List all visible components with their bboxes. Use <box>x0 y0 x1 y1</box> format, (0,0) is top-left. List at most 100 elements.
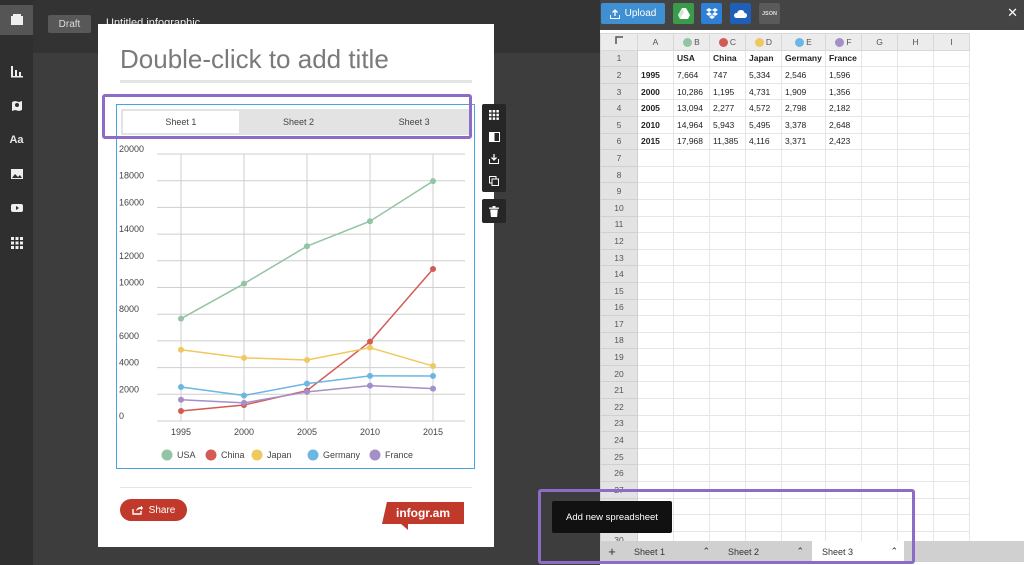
cell[interactable] <box>637 298 674 317</box>
chart-icon[interactable] <box>0 56 33 86</box>
row-header[interactable]: 19 <box>600 348 638 366</box>
cell[interactable] <box>861 149 898 167</box>
cell[interactable] <box>897 99 934 117</box>
cell[interactable] <box>897 198 934 217</box>
page-title[interactable]: Double-click to add title <box>120 44 389 75</box>
cell[interactable] <box>673 414 710 433</box>
cell[interactable] <box>861 414 898 433</box>
cell[interactable] <box>825 464 862 483</box>
cell[interactable] <box>861 232 898 250</box>
cell[interactable] <box>861 464 898 483</box>
cell[interactable] <box>897 431 934 449</box>
cell[interactable] <box>933 232 970 250</box>
cell[interactable] <box>825 149 862 167</box>
cell[interactable] <box>897 298 934 317</box>
cell[interactable] <box>673 265 710 283</box>
cell[interactable] <box>637 464 674 483</box>
upload-button[interactable]: Upload <box>601 3 665 24</box>
cell[interactable] <box>709 414 746 433</box>
cell[interactable] <box>861 165 898 184</box>
cell[interactable] <box>637 248 674 267</box>
cell[interactable] <box>933 414 970 433</box>
cell[interactable] <box>673 464 710 483</box>
cell[interactable]: 13,094 <box>673 99 710 117</box>
cell[interactable] <box>897 49 934 68</box>
google-drive-icon[interactable] <box>673 3 694 24</box>
cell[interactable]: 11,385 <box>709 132 746 151</box>
cell[interactable] <box>825 398 862 416</box>
cell[interactable] <box>637 331 674 350</box>
cell[interactable]: France <box>825 49 862 68</box>
cell[interactable] <box>861 281 898 300</box>
cell[interactable] <box>933 66 970 84</box>
cell[interactable] <box>933 49 970 68</box>
cell[interactable]: 4,731 <box>745 82 782 101</box>
cell[interactable] <box>637 215 674 234</box>
cell[interactable] <box>745 364 782 383</box>
cell[interactable] <box>781 298 826 317</box>
cell[interactable] <box>709 248 746 267</box>
cell[interactable] <box>897 149 934 167</box>
cell[interactable] <box>825 248 862 267</box>
delete-block-button[interactable] <box>482 199 506 223</box>
cell[interactable] <box>933 215 970 234</box>
cell[interactable] <box>825 381 862 400</box>
cell[interactable] <box>709 315 746 333</box>
cell[interactable] <box>637 198 674 217</box>
column-header-e[interactable]: E <box>781 33 826 51</box>
dropbox-icon[interactable] <box>701 3 722 24</box>
cell[interactable]: 5,495 <box>745 115 782 134</box>
cell[interactable] <box>825 165 862 184</box>
cell[interactable] <box>673 232 710 250</box>
cell[interactable] <box>781 398 826 416</box>
cell[interactable] <box>637 265 674 283</box>
cell[interactable] <box>933 497 970 516</box>
cell[interactable] <box>897 265 934 283</box>
cell[interactable] <box>897 414 934 433</box>
image-icon[interactable] <box>0 159 33 189</box>
cell[interactable] <box>933 182 970 200</box>
cell[interactable] <box>781 331 826 350</box>
cell[interactable]: 4,116 <box>745 132 782 151</box>
cell[interactable] <box>933 298 970 317</box>
cell[interactable] <box>709 265 746 283</box>
cell[interactable]: 3,378 <box>781 115 826 134</box>
cell[interactable] <box>673 165 710 184</box>
cell[interactable] <box>781 198 826 217</box>
cell[interactable] <box>933 82 970 101</box>
row-header[interactable]: 18 <box>600 331 638 350</box>
cell[interactable] <box>897 248 934 267</box>
cell[interactable] <box>709 464 746 483</box>
cell[interactable] <box>637 348 674 366</box>
row-header[interactable]: 26 <box>600 464 638 483</box>
cell[interactable] <box>861 398 898 416</box>
row-header[interactable]: 20 <box>600 364 638 383</box>
cell[interactable] <box>673 281 710 300</box>
column-header-b[interactable]: B <box>673 33 710 51</box>
row-header[interactable]: 8 <box>600 165 638 184</box>
cell[interactable]: 2015 <box>637 132 674 151</box>
cell[interactable] <box>745 431 782 449</box>
cell[interactable] <box>781 265 826 283</box>
cell[interactable] <box>825 281 862 300</box>
chart-block[interactable]: Sheet 1 Sheet 2 Sheet 3 0 2000 4000 6000 800… <box>116 104 475 469</box>
cell[interactable] <box>825 182 862 200</box>
cell[interactable] <box>781 447 826 466</box>
cell[interactable] <box>709 215 746 234</box>
cell[interactable] <box>781 232 826 250</box>
cell[interactable] <box>861 431 898 449</box>
cell[interactable] <box>673 198 710 217</box>
cell[interactable] <box>745 165 782 184</box>
cell[interactable] <box>825 198 862 217</box>
cell[interactable] <box>933 265 970 283</box>
cell[interactable] <box>637 381 674 400</box>
cell[interactable]: 2,277 <box>709 99 746 117</box>
cell[interactable] <box>933 364 970 383</box>
cell[interactable] <box>673 331 710 350</box>
cell[interactable] <box>637 447 674 466</box>
cell[interactable] <box>825 215 862 234</box>
cell[interactable] <box>861 265 898 283</box>
cell[interactable] <box>781 414 826 433</box>
cell[interactable] <box>825 265 862 283</box>
cell[interactable] <box>673 381 710 400</box>
